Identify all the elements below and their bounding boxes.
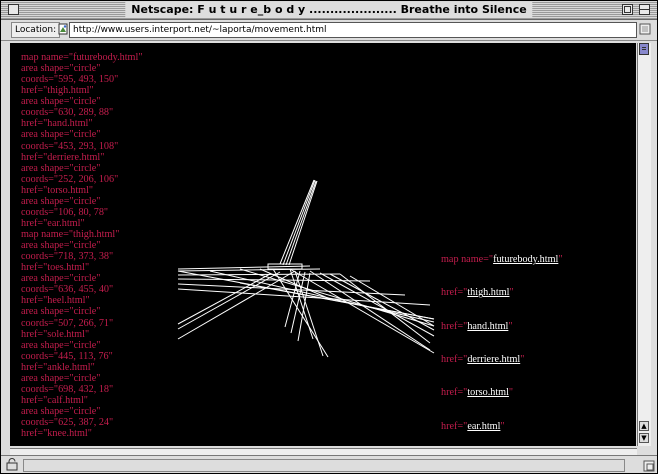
torso-link[interactable]: torso.html [467, 387, 509, 398]
href-line-thigh: href="thigh.html" [441, 287, 563, 298]
security-lock-icon[interactable] [5, 458, 19, 471]
page-info-icon[interactable] [639, 23, 651, 35]
status-bar [1, 455, 657, 473]
collapse-box-icon[interactable] [639, 4, 650, 15]
location-url-field[interactable]: http://www.users.interport.net/~laporta/… [69, 22, 637, 38]
href-prefix: href=" [441, 287, 468, 299]
window-title: Netscape: F u t u r e_b o d y ..........… [125, 2, 533, 18]
close-box-icon[interactable] [8, 4, 19, 15]
location-label: Location: [11, 22, 61, 38]
map-prefix: map name=" [441, 254, 494, 266]
map-line: map name="futurebody.html" [441, 254, 563, 265]
href-line-derriere: href="derriere.html" [441, 354, 563, 365]
scroll-up-arrow-icon[interactable]: ▲ [639, 421, 649, 431]
hand-link[interactable]: hand.html [467, 321, 508, 332]
href-suffix: " [520, 354, 525, 366]
map-suffix: " [558, 254, 563, 266]
href-line-ear: href="ear.html" [441, 421, 563, 432]
imagemap-code-right: map name="futurebody.html" href="thigh.h… [441, 232, 563, 446]
href-suffix: " [508, 320, 513, 332]
scroll-down-arrow-icon[interactable]: ▼ [639, 433, 649, 443]
href-prefix: href=" [441, 320, 468, 332]
zoom-box-icon[interactable] [622, 4, 633, 15]
href-suffix: " [508, 387, 514, 399]
resize-grip-icon[interactable] [643, 460, 655, 472]
href-prefix: href=" [441, 387, 468, 399]
browser-window: Netscape: F u t u r e_b o d y ..........… [0, 0, 658, 474]
vertical-scrollbar[interactable]: ▲ ▼ [637, 43, 651, 446]
derriere-link[interactable]: derriere.html [467, 354, 520, 365]
title-bar[interactable]: Netscape: F u t u r e_b o d y ..........… [1, 1, 657, 20]
page-content: map name="futurebody.html" area shape="ci… [10, 43, 636, 446]
futurebody-link[interactable]: futurebody.html [493, 254, 558, 265]
status-text-field [23, 459, 625, 472]
thigh-link[interactable]: thigh.html [467, 287, 509, 298]
href-prefix: href=" [441, 354, 468, 366]
href-prefix: href=" [441, 420, 468, 432]
ear-link[interactable]: ear.html [467, 421, 500, 432]
page-proxy-icon[interactable] [57, 23, 69, 35]
href-suffix: " [500, 420, 505, 432]
href-line-torso: href="torso.html" [441, 387, 563, 398]
scroll-thumb[interactable] [639, 43, 649, 55]
location-bar: Location: http://www.users.interport.net… [1, 20, 657, 41]
href-suffix: " [509, 287, 514, 299]
href-line-hand: href="hand.html" [441, 321, 563, 332]
